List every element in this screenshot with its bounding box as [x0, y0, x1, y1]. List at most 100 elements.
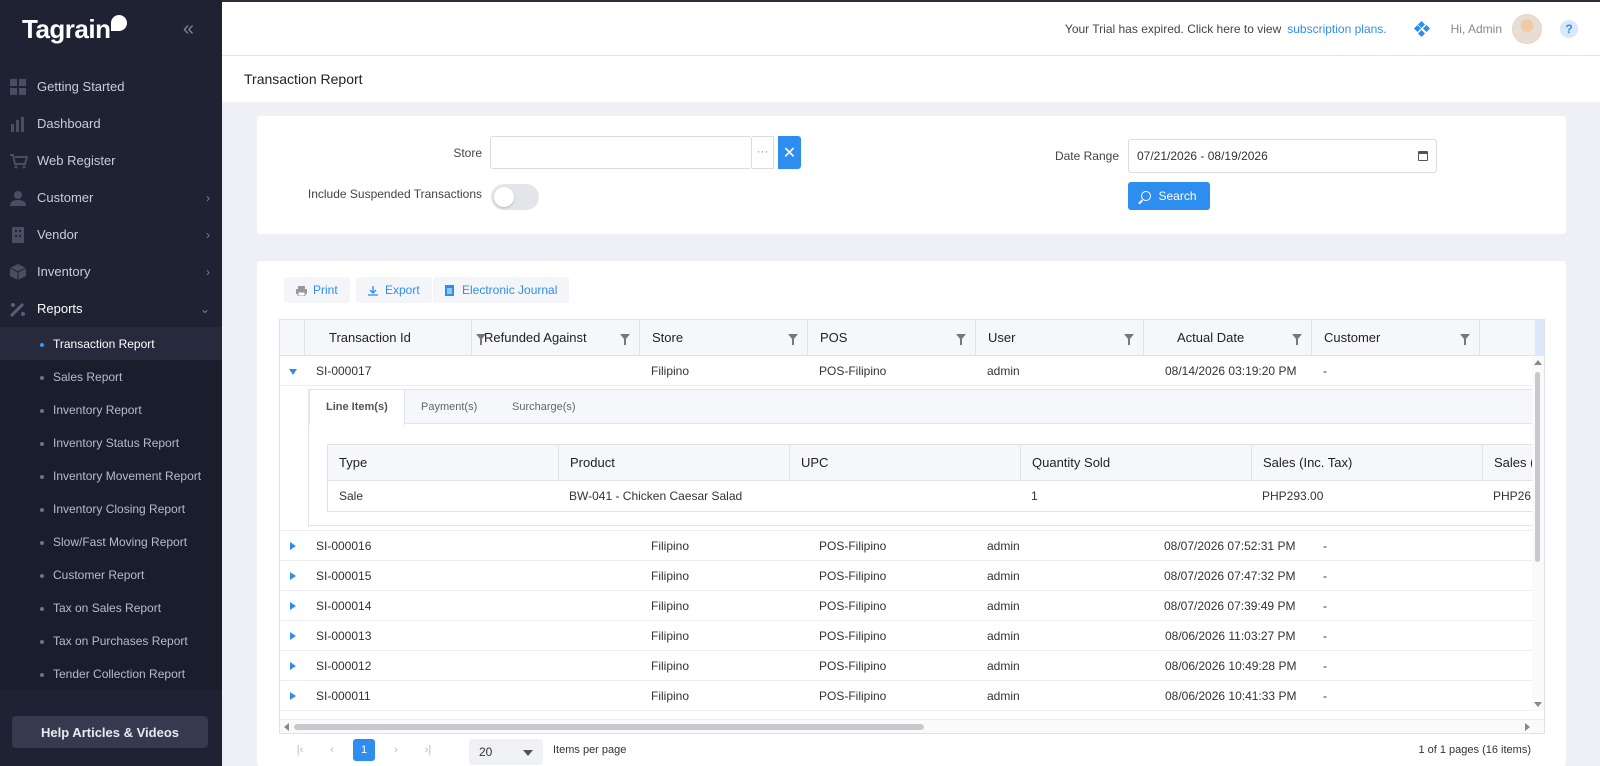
include-suspended-toggle[interactable] — [491, 184, 539, 210]
pager-info: 1 of 1 pages (16 items) — [1418, 744, 1531, 756]
submenu-sales-report[interactable]: Sales Report — [0, 360, 222, 393]
line-items-grid: Type Product UPC Quantity Sold Sales (In… — [327, 444, 1542, 512]
column-header-store[interactable]: Store — [639, 320, 807, 356]
calendar-icon[interactable] — [1418, 151, 1428, 161]
submenu-inventory-movement-report[interactable]: Inventory Movement Report — [0, 459, 222, 492]
tab-line-items[interactable]: Line Item(s) — [309, 390, 405, 425]
horizontal-scrollbar[interactable] — [280, 719, 1544, 733]
page-size-select[interactable]: 20 — [469, 739, 543, 765]
expand-row-icon[interactable] — [290, 662, 296, 670]
column-header-upc[interactable]: UPC — [789, 445, 1020, 481]
filter-icon[interactable] — [1460, 334, 1470, 345]
export-button[interactable]: Export — [356, 277, 432, 303]
print-button[interactable]: Print — [284, 277, 350, 303]
column-header-type[interactable]: Type — [327, 445, 558, 481]
apps-diamond-icon[interactable] — [1413, 20, 1430, 37]
column-header-refunded-against[interactable]: Refunded Against — [471, 320, 639, 356]
table-row[interactable]: SI-000011 Filipino POS-Filipino admin 08… — [280, 681, 1532, 711]
column-header-sales-inc-tax[interactable]: Sales (Inc. Tax) — [1251, 445, 1482, 481]
user-greeting[interactable]: Hi, Admin — [1451, 22, 1502, 36]
sidebar-item-web-register[interactable]: Web Register — [0, 142, 222, 179]
electronic-journal-button[interactable]: Electronic Journal — [433, 277, 570, 303]
sidebar-item-inventory[interactable]: Inventory › — [0, 253, 222, 290]
transactions-grid: Transaction Id Refunded Against Store PO… — [279, 319, 1545, 734]
column-header-actual-date[interactable]: Actual Date — [1143, 320, 1311, 356]
app-logo[interactable]: Tagrain — [22, 14, 111, 45]
sidebar-item-getting-started[interactable]: Getting Started — [0, 68, 222, 105]
table-row[interactable]: SI-000014 Filipino POS-Filipino admin 08… — [280, 591, 1532, 621]
vertical-scrollbar[interactable] — [1532, 356, 1544, 711]
submenu-transaction-report[interactable]: Transaction Report — [0, 327, 222, 360]
help-articles-button[interactable]: Help Articles & Videos — [12, 716, 208, 748]
column-header-quantity-sold[interactable]: Quantity Sold — [1020, 445, 1251, 481]
tab-surcharges[interactable]: Surcharge(s) — [496, 390, 592, 424]
column-header-transaction-id[interactable]: Transaction Id — [304, 320, 495, 356]
sidebar-item-reports[interactable]: Reports ⌄ — [0, 290, 222, 327]
cell-transaction-id: SI-000011 — [316, 689, 371, 703]
cell-store: Filipino — [651, 599, 690, 613]
table-row[interactable]: SI-000015 Filipino POS-Filipino admin 08… — [280, 561, 1532, 591]
submenu-inventory-report[interactable]: Inventory Report — [0, 393, 222, 426]
last-page-icon[interactable]: ›| — [417, 739, 439, 761]
store-lookup-button[interactable]: ··· — [752, 136, 774, 169]
submenu-customer-report[interactable]: Customer Report — [0, 558, 222, 591]
filter-panel: Store ··· ✕ Include Suspended Transactio… — [257, 116, 1566, 234]
scroll-up-icon[interactable] — [1534, 360, 1542, 365]
store-clear-button[interactable]: ✕ — [778, 136, 801, 169]
expand-row-icon[interactable] — [290, 692, 296, 700]
table-row[interactable]: SI-000017 Filipino POS-Filipino admin 08… — [280, 356, 1532, 386]
column-header-user[interactable]: User — [975, 320, 1143, 356]
filter-icon[interactable] — [620, 334, 630, 345]
filter-icon[interactable] — [1124, 334, 1134, 345]
sidebar-item-label: Vendor — [37, 227, 79, 242]
filter-icon[interactable] — [788, 334, 798, 345]
horizontal-scroll-thumb[interactable] — [294, 724, 924, 730]
cell-store: Filipino — [651, 689, 690, 703]
filter-icon[interactable] — [1292, 334, 1302, 345]
table-row[interactable]: SI-000013 Filipino POS-Filipino admin 08… — [280, 621, 1532, 651]
tab-payments[interactable]: Payment(s) — [405, 390, 493, 424]
chevron-down-icon: ⌄ — [199, 301, 210, 316]
next-page-icon[interactable]: › — [385, 739, 407, 761]
filter-icon[interactable] — [956, 334, 966, 345]
table-row[interactable]: SI-000012 Filipino POS-Filipino admin 08… — [280, 651, 1532, 681]
expand-row-icon[interactable] — [290, 602, 296, 610]
subscription-plans-link[interactable]: subscription plans. — [1287, 22, 1386, 36]
collapse-sidebar-icon[interactable]: « — [183, 18, 194, 41]
sidebar-item-dashboard[interactable]: Dashboard — [0, 105, 222, 142]
expand-row-icon[interactable] — [290, 572, 296, 580]
column-header-pos[interactable]: POS — [807, 320, 975, 356]
submenu-tax-on-sales-report[interactable]: Tax on Sales Report — [0, 591, 222, 624]
expand-row-icon[interactable] — [290, 632, 296, 640]
date-range-input[interactable]: 07/21/2026 - 08/19/2026 — [1128, 139, 1437, 173]
collapse-row-icon[interactable] — [289, 369, 297, 375]
box-icon — [9, 263, 28, 280]
submenu-inventory-status-report[interactable]: Inventory Status Report — [0, 426, 222, 459]
page-number-current[interactable]: 1 — [353, 739, 375, 761]
avatar[interactable] — [1512, 13, 1542, 44]
submenu-slow-fast-moving-report[interactable]: Slow/Fast Moving Report — [0, 525, 222, 558]
search-button[interactable]: Search — [1128, 182, 1210, 210]
column-header-customer[interactable]: Customer — [1311, 320, 1479, 356]
submenu-tax-on-purchases-report[interactable]: Tax on Purchases Report — [0, 624, 222, 657]
submenu-inventory-closing-report[interactable]: Inventory Closing Report — [0, 492, 222, 525]
cart-icon — [10, 153, 29, 169]
scroll-down-icon[interactable] — [1534, 702, 1542, 707]
submenu-tender-collection-report[interactable]: Tender Collection Report — [0, 657, 222, 690]
column-header-product[interactable]: Product — [558, 445, 789, 481]
cell-user: admin — [987, 689, 1020, 703]
help-question-icon[interactable]: ? — [1560, 19, 1578, 38]
sidebar-item-vendor[interactable]: Vendor › — [0, 216, 222, 253]
store-input[interactable] — [490, 136, 752, 169]
cell-pos: POS-Filipino — [819, 629, 887, 643]
prev-page-icon[interactable]: ‹ — [321, 739, 343, 761]
scroll-right-icon[interactable] — [1525, 723, 1530, 731]
sidebar-item-customer[interactable]: Customer › — [0, 179, 222, 216]
cell-user: admin — [987, 629, 1020, 643]
sidebar: Tagrain « Getting Started Dashboard Web … — [0, 0, 222, 766]
first-page-icon[interactable]: |‹ — [289, 739, 311, 761]
expand-row-icon[interactable] — [290, 542, 296, 550]
vertical-scroll-thumb[interactable] — [1535, 372, 1540, 562]
table-row[interactable]: SI-000016 Filipino POS-Filipino admin 08… — [280, 531, 1532, 561]
scroll-left-icon[interactable] — [284, 723, 289, 731]
